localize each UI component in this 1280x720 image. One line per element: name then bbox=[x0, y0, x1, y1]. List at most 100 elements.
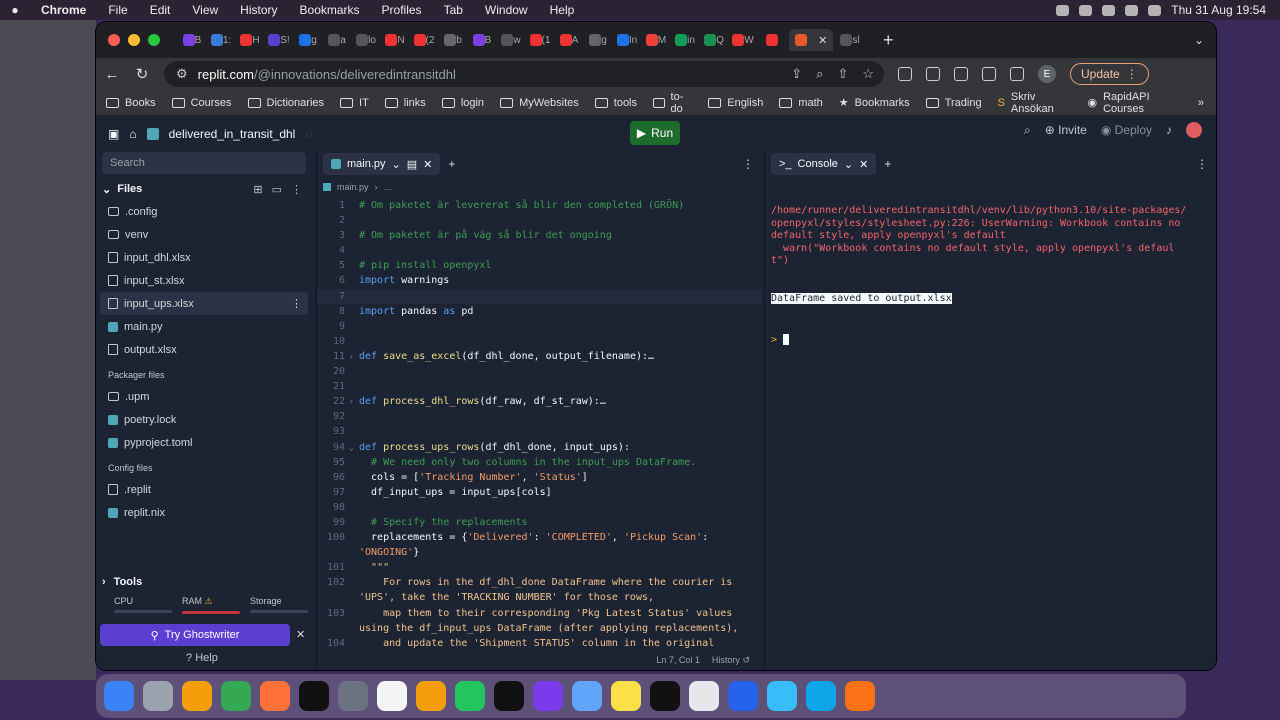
update-button[interactable]: Update ⋮ bbox=[1070, 63, 1149, 85]
app-icon[interactable] bbox=[494, 681, 524, 711]
fold-chevron-icon[interactable]: › bbox=[349, 394, 359, 409]
download-icon[interactable] bbox=[982, 67, 996, 81]
menu-item[interactable]: History bbox=[229, 3, 288, 17]
resource-meters[interactable]: CPU RAM ⚠ Storage bbox=[96, 596, 312, 614]
files-section-header[interactable]: ⌄ Files ⊞ ▭ ⋮ bbox=[96, 178, 312, 200]
browser-tab[interactable]: g bbox=[586, 29, 610, 51]
app-icon[interactable] bbox=[572, 681, 602, 711]
more-icon[interactable]: ⋮ bbox=[742, 157, 760, 171]
bookmark-item[interactable]: S Skriv Ansökan bbox=[998, 91, 1072, 115]
app-icon[interactable] bbox=[806, 681, 836, 711]
tab-search-chevron-icon[interactable]: ⌄ bbox=[1194, 33, 1204, 47]
menu-item[interactable]: Tab bbox=[433, 3, 474, 17]
tab-main-py[interactable]: main.py ⌄ ▤ ✕ bbox=[323, 153, 441, 175]
app-icon[interactable] bbox=[650, 681, 680, 711]
bookmark-item[interactable]: ★ Bookmarks bbox=[839, 96, 910, 110]
extension-icon[interactable] bbox=[898, 67, 912, 81]
bookmark-item[interactable]: IT bbox=[340, 97, 369, 109]
new-tab-icon[interactable]: + bbox=[448, 157, 455, 171]
status-icon[interactable] bbox=[1079, 4, 1093, 16]
breadcrumb-more[interactable]: … bbox=[384, 182, 393, 192]
more-icon[interactable]: ⋮ bbox=[291, 297, 308, 310]
app-icon[interactable] bbox=[143, 681, 173, 711]
bookmarks-more-icon[interactable]: » bbox=[1198, 97, 1216, 109]
app-icon[interactable] bbox=[533, 681, 563, 711]
bookmark-item[interactable]: to-do bbox=[653, 91, 692, 115]
file-tree-item[interactable]: .config bbox=[96, 200, 312, 223]
file-tree-item[interactable]: .replit bbox=[96, 478, 312, 501]
app-icon[interactable] bbox=[104, 681, 134, 711]
bookmark-item[interactable]: Dictionaries bbox=[247, 97, 324, 109]
browser-tab[interactable]: B bbox=[470, 29, 494, 51]
browser-tab[interactable]: B bbox=[180, 29, 204, 51]
menu-item[interactable]: Window bbox=[474, 3, 539, 17]
app-icon[interactable] bbox=[377, 681, 407, 711]
bookmark-item[interactable]: Books bbox=[106, 97, 156, 109]
bookmark-item[interactable]: login bbox=[441, 97, 484, 109]
browser-tab[interactable]: (1 bbox=[528, 29, 552, 51]
wifi-icon[interactable] bbox=[1102, 4, 1116, 16]
file-tree-item[interactable]: replit.nix bbox=[96, 501, 312, 524]
app-icon[interactable] bbox=[689, 681, 719, 711]
extensions-puzzle-icon[interactable] bbox=[954, 67, 968, 81]
file-tree-item[interactable]: venv bbox=[96, 223, 312, 246]
new-file-icon[interactable]: ⊞ bbox=[253, 183, 262, 196]
install-icon[interactable]: ⇪ bbox=[791, 66, 802, 82]
search-icon[interactable]: ⌕ bbox=[1024, 123, 1031, 138]
close-window-button[interactable] bbox=[108, 34, 120, 46]
browser-tab[interactable]: lo bbox=[354, 29, 378, 51]
fold-chevron-icon[interactable]: ⌄ bbox=[349, 440, 359, 455]
try-ghostwriter-button[interactable]: ⚲ Try Ghostwriter bbox=[100, 624, 290, 646]
browser-tab[interactable]: S! bbox=[267, 29, 291, 51]
close-icon[interactable]: ✕ bbox=[296, 628, 305, 641]
share-icon[interactable]: ⇧ bbox=[837, 66, 848, 82]
file-tree-item[interactable]: input_dhl.xlsx bbox=[96, 246, 312, 269]
bookmark-item[interactable]: math bbox=[779, 97, 823, 109]
close-icon[interactable]: ✕ bbox=[423, 158, 432, 171]
menu-app-name[interactable]: Chrome bbox=[30, 3, 97, 17]
notifications-bell-icon[interactable]: ♪ bbox=[1166, 123, 1172, 137]
browser-tab[interactable]: W bbox=[731, 29, 755, 51]
invite-button[interactable]: ⊕ Invite bbox=[1045, 123, 1087, 137]
menu-item[interactable]: Profiles bbox=[371, 3, 433, 17]
browser-tab[interactable]: (2 bbox=[412, 29, 436, 51]
menu-item[interactable]: View bbox=[181, 3, 229, 17]
bookmark-item[interactable]: tools bbox=[594, 97, 637, 109]
browser-tab[interactable]: N bbox=[383, 29, 407, 51]
code-area[interactable]: 1 # Om paketet är levererat så blir den c… bbox=[317, 198, 761, 651]
address-bar[interactable]: ⚙ replit.com/@innovations/deliveredintra… bbox=[164, 61, 884, 87]
close-tab-icon[interactable]: ✕ bbox=[818, 34, 827, 47]
split-icon[interactable]: ▤ bbox=[407, 158, 417, 171]
control-center-icon[interactable] bbox=[1148, 4, 1162, 16]
clock[interactable]: Thu 31 Aug 19:54 bbox=[1171, 3, 1266, 17]
browser-tab[interactable]: g bbox=[296, 29, 320, 51]
file-tree-item[interactable]: input_st.xlsx bbox=[96, 269, 312, 292]
file-tree-item[interactable]: .upm bbox=[96, 385, 312, 408]
browser-tab[interactable]: sl bbox=[838, 29, 862, 51]
console-output[interactable]: /home/runner/deliveredintransitdhl/venv/… bbox=[765, 176, 1195, 334]
browser-tab[interactable]: w bbox=[499, 29, 523, 51]
site-info-icon[interactable]: ⚙ bbox=[176, 66, 188, 82]
help-button[interactable]: ? Help bbox=[186, 652, 218, 664]
app-icon[interactable] bbox=[845, 681, 875, 711]
browser-tab[interactable]: b bbox=[441, 29, 465, 51]
zoom-window-button[interactable] bbox=[148, 34, 160, 46]
file-tree-item[interactable]: pyproject.toml bbox=[96, 431, 312, 454]
fold-chevron-icon[interactable]: › bbox=[349, 349, 359, 364]
breadcrumb-file[interactable]: main.py bbox=[337, 182, 369, 192]
deploy-button[interactable]: ◉ Deploy bbox=[1101, 123, 1152, 137]
menu-item[interactable]: Help bbox=[539, 3, 586, 17]
file-tree-item[interactable]: main.py bbox=[96, 315, 312, 338]
close-icon[interactable]: ✕ bbox=[859, 158, 868, 171]
menu-item[interactable]: Edit bbox=[139, 3, 182, 17]
browser-tab[interactable]: 1: bbox=[209, 29, 233, 51]
minimize-window-button[interactable] bbox=[128, 34, 140, 46]
bookmark-item[interactable]: ◉ RapidAPI Courses bbox=[1087, 91, 1181, 115]
new-folder-icon[interactable]: ▭ bbox=[272, 183, 282, 196]
workspace-menu-icon[interactable]: ⌂ bbox=[129, 127, 136, 141]
browser-tab[interactable]: M bbox=[644, 29, 668, 51]
reload-icon[interactable]: ↻ bbox=[134, 65, 150, 83]
file-tree-item[interactable]: poetry.lock bbox=[96, 408, 312, 431]
file-tree-item[interactable]: output.xlsx bbox=[96, 338, 312, 361]
app-icon[interactable] bbox=[416, 681, 446, 711]
